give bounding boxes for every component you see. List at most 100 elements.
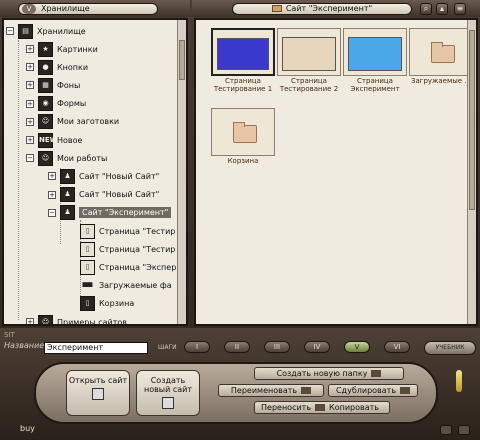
tree-item-label: Мои работы (57, 153, 108, 163)
view-toggle-button[interactable]: V (22, 4, 36, 14)
tree-item[interactable]: + ♟ Сайт "Новый Сайт" (48, 186, 159, 204)
open-icon (92, 388, 104, 400)
tree-item-label: Сайт "Новый Сайт" (79, 171, 160, 181)
file-tile[interactable]: Страница Эксперимент (342, 28, 408, 93)
name-input[interactable]: Эксперимент (44, 342, 148, 354)
open-site-label: Открыть сайт (68, 376, 128, 385)
tree-item[interactable]: + ☺ Мои заготовки (26, 113, 119, 131)
tree-item[interactable]: + ▦ Фоны (26, 76, 80, 94)
control-console: SIT Название: Эксперимент ШАГИ I II III IV V… (0, 328, 480, 440)
collapse-toggle[interactable]: − (6, 27, 14, 35)
tree-item-label: Сайт "Эксперимент" (79, 207, 172, 219)
step-button-6[interactable]: VI (384, 341, 410, 353)
duplicate-button[interactable]: Сдублировать (328, 384, 418, 397)
background-icon: ▦ (38, 77, 53, 93)
step-button-2[interactable]: II (224, 341, 250, 353)
smiley-icon: ☺ (38, 114, 53, 130)
expand-toggle[interactable]: + (26, 318, 34, 324)
page-preview (282, 37, 336, 71)
file-label: Страница Тестирование 2 (279, 77, 339, 93)
page-icon: ▯ (80, 259, 95, 275)
name-label: Название: (4, 341, 47, 350)
collapse-toggle[interactable]: − (48, 208, 56, 217)
expand-toggle[interactable]: + (26, 63, 34, 72)
tree-item-label: Корзина (99, 299, 135, 309)
tree-item[interactable]: + ♟ Сайт "Новый Сайт" (48, 167, 159, 185)
settings-knob[interactable] (440, 425, 452, 435)
scroll-thumb[interactable] (179, 40, 185, 80)
site-icon: ♟ (60, 168, 75, 184)
rename-icon (301, 387, 312, 394)
folder-icon (271, 5, 282, 12)
tree-item-label: Примеры сайтов (57, 317, 127, 326)
new-page-icon (162, 397, 174, 409)
tree-item[interactable]: ▯ Корзина (68, 295, 134, 313)
duplicate-label: Сдублировать (335, 386, 397, 395)
expand-toggle[interactable]: + (26, 136, 34, 144)
collapse-toggle[interactable]: − (26, 154, 34, 163)
step-button-4[interactable]: IV (304, 341, 330, 353)
move-button[interactable]: Переносить (261, 403, 311, 412)
star-icon: ★ (38, 41, 53, 57)
storage-header: V Хранилище (0, 0, 190, 17)
menu-icon: ≡ (456, 4, 464, 13)
duplicate-icon (400, 387, 411, 394)
search-icon: ⌕ (423, 4, 429, 13)
open-site-button[interactable]: Открыть сайт (66, 370, 130, 416)
file-label: Страница Эксперимент (350, 77, 400, 93)
create-folder-button[interactable]: Создать новую папку (254, 367, 404, 380)
step-button-1[interactable]: I (184, 341, 210, 353)
storage-tree[interactable]: − ▤ Хранилище + ★ Картинки + ● Кнопки + ▦ Фоны + ◉… (2, 18, 188, 326)
tree-item-label: Страница "Экспер (99, 262, 177, 272)
site-title: Сайт "Эксперимент" (285, 4, 373, 13)
tree-item[interactable]: ▯ Страница "Экспер (68, 258, 176, 276)
buy-link[interactable]: buy (20, 424, 35, 433)
step-button-5[interactable]: V (344, 341, 370, 353)
folder-thumbnail (409, 28, 473, 76)
copy-button[interactable]: Копировать (329, 403, 379, 412)
up-button[interactable]: ▴ (436, 3, 448, 15)
create-site-button[interactable]: Создать новый сайт (136, 370, 200, 416)
tree-item-label: Мои заготовки (57, 117, 120, 127)
tree-item[interactable]: − ☺ Мои работы (26, 149, 107, 167)
step-button-3[interactable]: III (264, 341, 290, 353)
expand-toggle[interactable]: + (26, 99, 34, 108)
tutorial-button[interactable]: УЧЕБНИК (424, 341, 476, 355)
examples-icon: ☺ (38, 314, 53, 324)
file-tile[interactable]: Страница Тестирование 1 (210, 28, 276, 93)
tree-item[interactable]: + ☺ Примеры сайтов (26, 313, 127, 326)
tree-item[interactable]: + NEW Новое (26, 131, 82, 149)
rename-button[interactable]: Переименовать (218, 384, 324, 397)
tree-item[interactable]: + ★ Картинки (26, 40, 98, 58)
create-site-label: Создать новый сайт (143, 376, 193, 394)
folder-icon (233, 122, 257, 143)
file-tile[interactable]: Загружаемые ... (408, 28, 474, 85)
scroll-thumb[interactable] (469, 30, 475, 210)
steps-label: ШАГИ (158, 344, 177, 351)
search-button[interactable]: ⌕ (420, 3, 432, 15)
expand-toggle[interactable]: + (26, 117, 34, 126)
tree-scrollbar[interactable] (177, 20, 186, 324)
tree-item[interactable]: − ♟ Сайт "Эксперимент" (48, 204, 172, 222)
expand-toggle[interactable]: + (48, 190, 56, 199)
close-knob[interactable] (458, 425, 470, 435)
tree-item[interactable]: + ◉ Формы (26, 95, 86, 113)
site-header: Сайт "Эксперимент" ⌕ ▴ ≡ (192, 0, 480, 17)
expand-toggle[interactable]: + (26, 81, 34, 90)
tree-item[interactable]: ▬ Загружаемые фа (68, 277, 171, 295)
tree-item[interactable]: ▯ Страница "Тестир (68, 240, 175, 258)
expand-toggle[interactable]: + (26, 45, 34, 53)
file-view[interactable]: Страница Тестирование 1 Страница Тестиров… (194, 18, 478, 326)
file-tile[interactable]: Страница Тестирование 2 (276, 28, 342, 93)
tree-root[interactable]: − ▤ Хранилище (6, 22, 86, 40)
action-panel: Открыть сайт Создать новый сайт Создать … (34, 362, 438, 424)
storage-title-bar[interactable]: V Хранилище (18, 3, 158, 15)
menu-button[interactable]: ≡ (454, 3, 466, 15)
tree-item[interactable]: + ● Кнопки (26, 58, 88, 76)
folder-icon (371, 370, 382, 377)
files-scrollbar[interactable] (467, 20, 476, 324)
tree-item[interactable]: ▯ Страница "Тестир (68, 222, 175, 240)
expand-toggle[interactable]: + (48, 172, 56, 181)
lamp-icon (456, 370, 462, 392)
file-tile[interactable]: Корзина (210, 108, 276, 165)
